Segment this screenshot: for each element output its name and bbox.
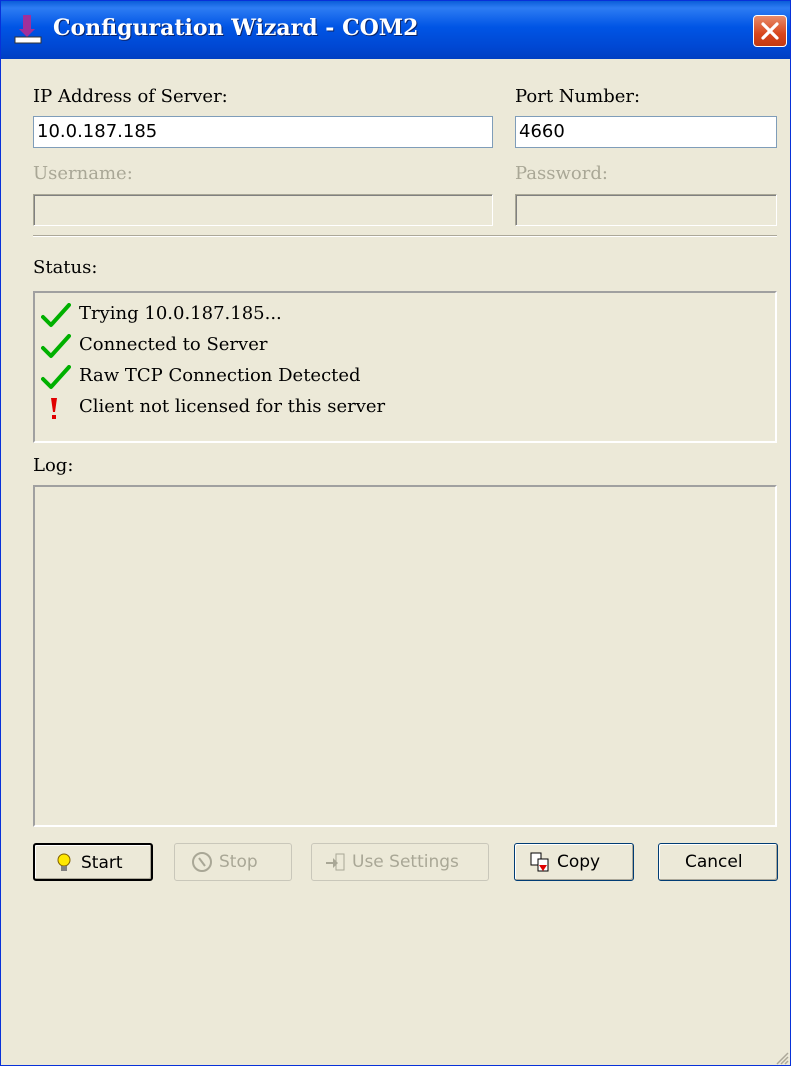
close-button[interactable] bbox=[753, 15, 787, 47]
log-panel[interactable] bbox=[33, 485, 777, 827]
wizard-icon bbox=[11, 13, 45, 47]
status-label: Status: bbox=[33, 257, 98, 278]
separator bbox=[33, 235, 777, 237]
status-panel: Trying 10.0.187.185... Connected to Serv… bbox=[33, 291, 777, 443]
use-settings-button: Use Settings bbox=[311, 843, 489, 881]
username-label: Username: bbox=[33, 163, 133, 184]
configuration-wizard-window: Configuration Wizard - COM2 IP Address o… bbox=[0, 0, 791, 1066]
start-button[interactable]: Start bbox=[33, 843, 153, 881]
resize-grip-icon[interactable] bbox=[775, 1051, 789, 1070]
status-text: Client not licensed for this server bbox=[79, 396, 386, 417]
exclamation-icon bbox=[41, 396, 71, 422]
status-text: Raw TCP Connection Detected bbox=[79, 365, 361, 386]
status-text: Trying 10.0.187.185... bbox=[79, 303, 282, 324]
ip-address-label: IP Address of Server: bbox=[33, 86, 228, 107]
window-title: Configuration Wizard - COM2 bbox=[53, 15, 419, 41]
cancel-button[interactable]: Cancel bbox=[658, 843, 778, 881]
status-text: Connected to Server bbox=[79, 334, 268, 355]
cancel-label: Cancel bbox=[685, 852, 743, 872]
title-bar[interactable]: Configuration Wizard - COM2 bbox=[1, 1, 790, 59]
port-number-input[interactable]: 4660 bbox=[515, 116, 777, 148]
lightbulb-icon bbox=[53, 852, 75, 874]
port-number-label: Port Number: bbox=[515, 86, 641, 107]
stop-button: Stop bbox=[174, 843, 292, 881]
use-settings-label: Use Settings bbox=[352, 852, 459, 872]
password-label: Password: bbox=[515, 163, 608, 184]
password-input bbox=[515, 194, 777, 226]
apply-settings-icon bbox=[324, 851, 346, 873]
start-label: Start bbox=[81, 853, 123, 873]
copy-icon bbox=[529, 851, 551, 873]
copy-label: Copy bbox=[557, 852, 601, 872]
check-icon bbox=[41, 303, 71, 329]
stop-label: Stop bbox=[219, 852, 258, 872]
stop-icon bbox=[191, 851, 213, 873]
log-label: Log: bbox=[33, 455, 74, 476]
ip-address-input[interactable]: 10.0.187.185 bbox=[33, 116, 493, 148]
check-icon bbox=[41, 365, 71, 391]
username-input bbox=[33, 194, 493, 226]
copy-button[interactable]: Copy bbox=[514, 843, 634, 881]
check-icon bbox=[41, 334, 71, 360]
